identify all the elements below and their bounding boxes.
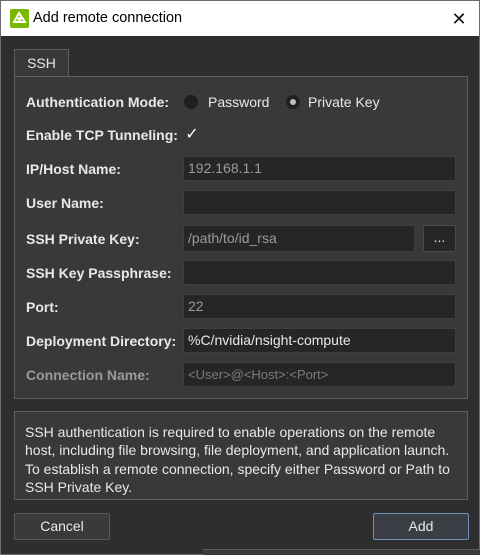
connection-name-input[interactable]: <User>@<Host>:<Port> [183,362,456,387]
port-label: Port: [26,299,59,315]
user-input[interactable] [183,190,456,215]
deploy-dir-label: Deployment Directory: [26,333,177,349]
nsight-logo-icon [10,9,29,28]
cancel-button[interactable]: Cancel [14,513,110,540]
host-label: IP/Host Name: [26,161,121,177]
host-input[interactable]: 192.168.1.1 [183,156,456,181]
tab-ssh[interactable]: SSH [14,49,69,77]
port-input[interactable]: 22 [183,294,456,319]
window-title: Add remote connection [33,10,183,26]
private-key-radio[interactable] [285,94,301,110]
background-window-edge [203,549,480,555]
auth-mode-label: Authentication Mode: [26,94,170,110]
checkmark-icon[interactable]: ✓ [183,126,201,144]
passphrase-label: SSH Key Passphrase: [26,265,172,281]
private-key-label: SSH Private Key: [26,231,140,247]
private-key-radio-label[interactable]: Private Key [308,94,380,110]
passphrase-input[interactable] [183,260,456,285]
password-radio-label[interactable]: Password [208,94,269,110]
close-icon[interactable]: ✕ [447,7,471,31]
browse-key-button[interactable]: ... [423,225,456,252]
info-message: SSH authentication is required to enable… [14,411,468,500]
deploy-dir-input[interactable]: %C/nvidia/nsight-compute [183,328,456,353]
connection-name-label: Connection Name: [26,367,150,383]
password-radio[interactable] [183,94,199,110]
add-button[interactable]: Add [373,513,469,540]
radio-selected-dot [290,99,296,105]
add-remote-connection-dialog: Add remote connection ✕ SSH Authenticati… [0,0,480,555]
title-bar: Add remote connection ✕ [1,1,479,36]
user-label: User Name: [26,195,104,211]
tcp-tunneling-label: Enable TCP Tunneling: [26,127,178,143]
private-key-input[interactable]: /path/to/id_rsa [183,225,415,252]
